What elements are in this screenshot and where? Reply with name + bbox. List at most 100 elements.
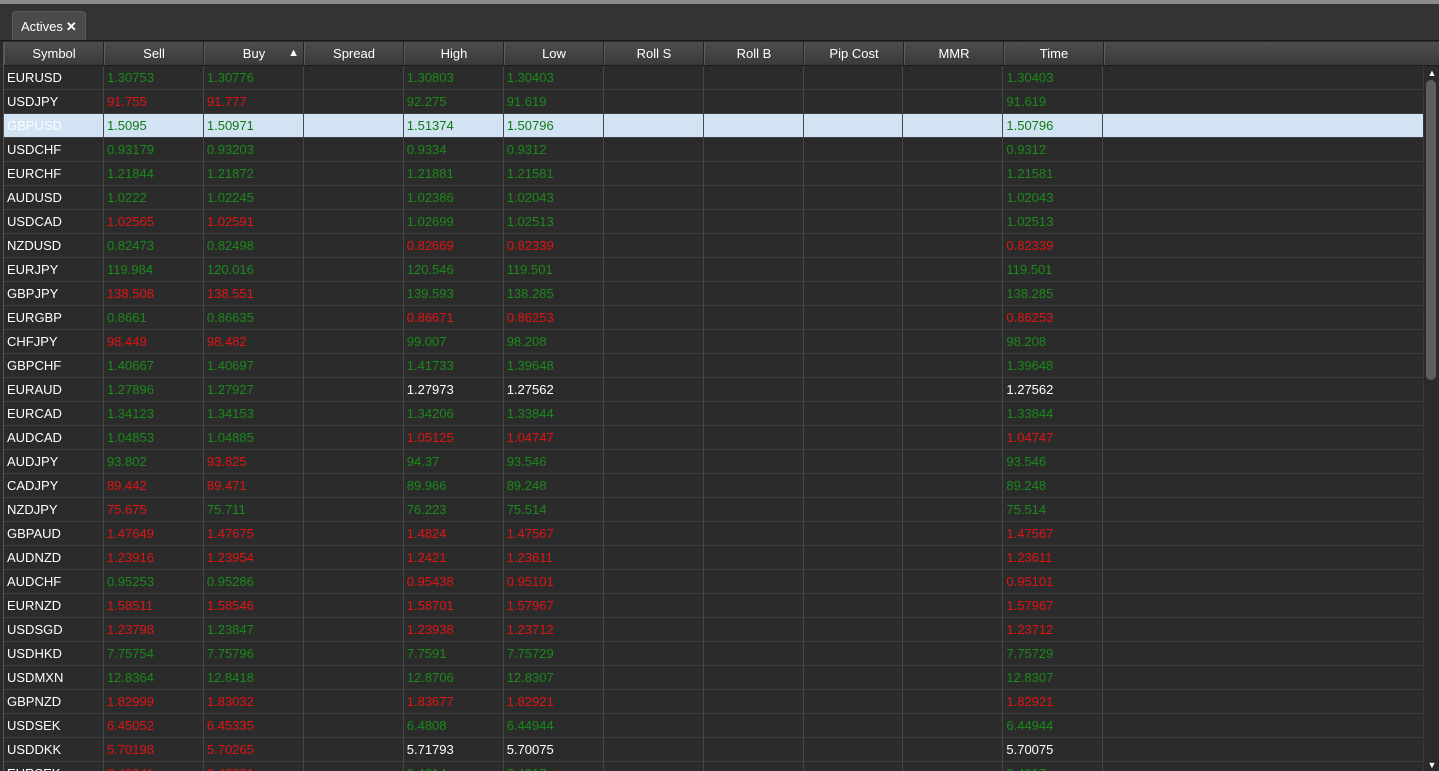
cell-high: 0.95438: [404, 570, 504, 593]
cell-symbol: EURUSD: [4, 66, 104, 89]
table-row[interactable]: USDSEK 6.45052 6.45335 6.4808 6.44944 6.44944: [4, 714, 1423, 738]
table-row[interactable]: USDCHF 0.93179 0.93203 0.9334 0.9312 0.9312: [4, 138, 1423, 162]
close-icon[interactable]: ✕: [66, 20, 77, 33]
cell-pip-cost: [804, 402, 904, 425]
cell-low: 8.4217: [504, 762, 604, 771]
cell-spread: [304, 474, 404, 497]
cell-spread: [304, 666, 404, 689]
table-row[interactable]: AUDNZD 1.23916 1.23954 1.2421 1.23611 1.23611: [4, 546, 1423, 570]
cell-sell: 93.802: [104, 450, 204, 473]
table-row[interactable]: GBPAUD 1.47649 1.47675 1.4824 1.47567 1.47567: [4, 522, 1423, 546]
column-header-low[interactable]: Low: [504, 42, 604, 65]
cell-buy: 1.04885: [204, 426, 304, 449]
cell-spread: [304, 330, 404, 353]
cell-sell: 0.8661: [104, 306, 204, 329]
cell-filler: [1103, 186, 1423, 209]
cell-symbol: USDSGD: [4, 618, 104, 641]
cell-time: 12.8307: [1003, 666, 1104, 689]
cell-time: 1.39648: [1003, 354, 1104, 377]
cell-low: 1.82921: [504, 690, 604, 713]
table-row[interactable]: NZDUSD 0.82473 0.82498 0.82669 0.82339 0.8233…: [4, 234, 1423, 258]
table-row[interactable]: GBPCHF 1.40667 1.40697 1.41733 1.39648 1.3964…: [4, 354, 1423, 378]
table-row[interactable]: EURCHF 1.21844 1.21872 1.21881 1.21581 1.2158…: [4, 162, 1423, 186]
cell-filler: [1103, 714, 1423, 737]
cell-buy: 0.82498: [204, 234, 304, 257]
table-row[interactable]: GBPUSD 1.5095 1.50971 1.51374 1.50796 1.50796: [4, 114, 1423, 138]
cell-symbol: EURJPY: [4, 258, 104, 281]
cell-buy: 0.93203: [204, 138, 304, 161]
cell-roll-b: [704, 450, 804, 473]
vertical-scrollbar[interactable]: ▲ ▼: [1423, 66, 1439, 771]
table-row[interactable]: AUDCAD 1.04853 1.04885 1.05125 1.04747 1.0474…: [4, 426, 1423, 450]
table-row[interactable]: USDDKK 5.70198 5.70265 5.71793 5.70075 5.7007…: [4, 738, 1423, 762]
cell-high: 89.966: [404, 474, 504, 497]
cell-pip-cost: [804, 66, 904, 89]
cell-mmr: [903, 450, 1004, 473]
table-row[interactable]: USDSGD 1.23798 1.23847 1.23938 1.23712 1.2371…: [4, 618, 1423, 642]
cell-time: 75.514: [1003, 498, 1104, 521]
table-row[interactable]: EURNZD 1.58511 1.58546 1.58701 1.57967 1.5796…: [4, 594, 1423, 618]
cell-high: 1.2421: [404, 546, 504, 569]
column-header-roll-s[interactable]: Roll S: [604, 42, 704, 65]
cell-roll-b: [704, 306, 804, 329]
tab-actives[interactable]: Actives ✕: [12, 11, 86, 40]
cell-low: 1.30403: [504, 66, 604, 89]
cell-mmr: [903, 666, 1004, 689]
table-row[interactable]: CHFJPY 98.449 98.482 99.007 98.208 98.208: [4, 330, 1423, 354]
cell-filler: [1103, 138, 1423, 161]
cell-symbol: USDCHF: [4, 138, 104, 161]
table-row[interactable]: NZDJPY 75.675 75.711 76.223 75.514 75.514: [4, 498, 1423, 522]
cell-sell: 1.34123: [104, 402, 204, 425]
table-row[interactable]: EURCAD 1.34123 1.34153 1.34206 1.33844 1.3384…: [4, 402, 1423, 426]
table-row[interactable]: AUDUSD 1.0222 1.02245 1.02386 1.02043 1.02043: [4, 186, 1423, 210]
cell-pip-cost: [804, 330, 904, 353]
cell-low: 0.86253: [504, 306, 604, 329]
table-row[interactable]: EURJPY 119.984 120.016 120.546 119.501 119.50…: [4, 258, 1423, 282]
cell-high: 8.4814: [404, 762, 504, 771]
scroll-down-icon[interactable]: ▼: [1424, 759, 1439, 771]
cell-spread: [304, 162, 404, 185]
table-row[interactable]: USDJPY 91.755 91.777 92.275 91.619 91.619: [4, 90, 1423, 114]
cell-mmr: [903, 762, 1004, 771]
table-row[interactable]: USDMXN 12.8364 12.8418 12.8706 12.8307 12.830…: [4, 666, 1423, 690]
table-row[interactable]: AUDCHF 0.95253 0.95286 0.95438 0.95101 0.9510…: [4, 570, 1423, 594]
column-header-high[interactable]: High: [404, 42, 504, 65]
table-row[interactable]: EURGBP 0.8661 0.86635 0.86671 0.86253 0.86253: [4, 306, 1423, 330]
column-header-roll-b[interactable]: Roll B: [704, 42, 804, 65]
column-header-time[interactable]: Time: [1004, 42, 1104, 65]
cell-high: 1.05125: [404, 426, 504, 449]
table-row[interactable]: CADJPY 89.442 89.471 89.966 89.248 89.248: [4, 474, 1423, 498]
cell-pip-cost: [804, 594, 904, 617]
table-row[interactable]: EURSEK8.433418.433818.48148.42178.4217: [4, 762, 1423, 771]
cell-roll-b: [704, 234, 804, 257]
cell-high: 1.02699: [404, 210, 504, 233]
table-row[interactable]: EURUSD 1.30753 1.30776 1.30803 1.30403 1.3040…: [4, 66, 1423, 90]
column-header-mmr[interactable]: MMR: [904, 42, 1004, 65]
column-header-buy[interactable]: Buy ▲: [204, 42, 304, 65]
table-row[interactable]: USDHKD 7.75754 7.75796 7.7591 7.75729 7.75729: [4, 642, 1423, 666]
scroll-thumb[interactable]: [1426, 80, 1436, 380]
cell-pip-cost: [804, 450, 904, 473]
cell-roll-s: [604, 186, 704, 209]
cell-spread: [304, 210, 404, 233]
cell-mmr: [903, 570, 1004, 593]
cell-high: 1.4824: [404, 522, 504, 545]
column-header-pip-cost[interactable]: Pip Cost: [804, 42, 904, 65]
cell-filler: [1103, 426, 1423, 449]
table-row[interactable]: AUDJPY 93.802 93.825 94.37 93.546 93.546: [4, 450, 1423, 474]
scroll-up-icon[interactable]: ▲: [1424, 67, 1439, 79]
cell-filler: [1103, 114, 1423, 137]
column-header-sell[interactable]: Sell: [104, 42, 204, 65]
table-row[interactable]: EURAUD 1.27896 1.27927 1.27973 1.27562 1.2756…: [4, 378, 1423, 402]
cell-symbol: USDCAD: [4, 210, 104, 233]
column-header-symbol[interactable]: Symbol: [4, 42, 104, 65]
column-header-spread[interactable]: Spread: [304, 42, 404, 65]
cell-pip-cost: [804, 162, 904, 185]
table-row[interactable]: GBPNZD 1.82999 1.83032 1.83677 1.82921 1.8292…: [4, 690, 1423, 714]
table-row[interactable]: GBPJPY 138.508 138.551 139.593 138.285 138.28…: [4, 282, 1423, 306]
table-row[interactable]: USDCAD 1.02565 1.02591 1.02699 1.02513 1.0251…: [4, 210, 1423, 234]
cell-low: 75.514: [504, 498, 604, 521]
cell-spread: [304, 354, 404, 377]
cell-mmr: [903, 186, 1004, 209]
cell-filler: [1103, 402, 1423, 425]
